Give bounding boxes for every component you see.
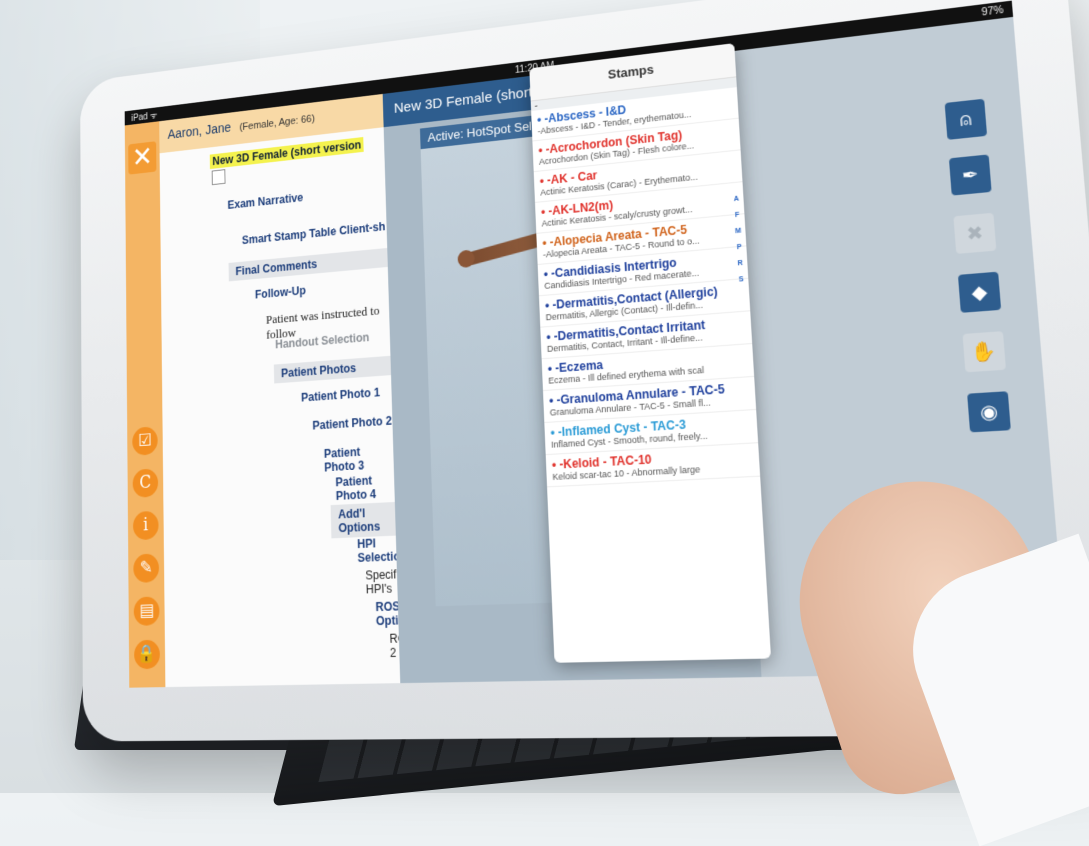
stamps-popover: Stamps - • -Abscess - I&D -Abscess - I&D … [529,43,772,663]
stamp-icon[interactable]: ⍝ [944,98,988,140]
lock-icon[interactable]: 🔒 [134,639,161,670]
alpha-index-m[interactable]: M [733,223,744,240]
outline-item-smart-stamp[interactable]: Smart Stamp Table Client-sh [242,220,387,247]
copy-icon[interactable]: C [132,468,159,498]
exam-outline-panel: Aaron, Jane (Female, Age: 66) New 3D Fem… [159,93,419,688]
outline-item-specific-hpis[interactable]: Specific HPI's [365,567,404,596]
hand-icon: ✋ [962,331,1006,373]
camera-icon[interactable]: ◉ [967,391,1011,433]
stamps-list: • -Abscess - I&D -Abscess - I&D - Tender,… [531,87,761,488]
alpha-index-f[interactable]: F [732,207,743,224]
section-final-comments: Final Comments [228,247,388,282]
checklist-icon[interactable]: ☑ [132,426,158,456]
outline-item-photo-4[interactable]: Patient Photo 4 [335,472,394,503]
battery-indicator: 97% [981,4,1005,19]
outline-item-exam-narrative[interactable]: Exam Narrative [227,182,385,212]
fill-icon[interactable]: ◆ [957,271,1002,313]
alpha-index-s[interactable]: S [736,272,747,289]
patient-name: Aaron, Jane [167,119,232,142]
eraser-icon: ✖ [953,212,997,254]
outline-item-ros-options[interactable]: ROS Options [375,599,418,628]
outline-item-photo-1[interactable]: Patient Photo 1 [301,385,392,405]
close-button[interactable]: ✕ [128,141,157,175]
pen-icon[interactable]: ✒ [948,154,992,196]
outline-item-hpi-selection[interactable]: HPI Selection [357,536,407,564]
outline-checkbox[interactable] [211,169,226,186]
outline-item-photo-2[interactable]: Patient Photo 2 [312,414,392,433]
print-icon[interactable]: ▤ [133,596,160,626]
section-patient-photos: Patient Photos [273,355,392,384]
outline-item-follow-up[interactable]: Follow-Up [255,276,389,302]
info-icon[interactable]: i [132,510,159,541]
alpha-index-p[interactable]: P [734,240,745,257]
patient-details: (Female, Age: 66) [239,113,315,134]
section-addl-options: Add'l Options [330,501,396,539]
alpha-index-r[interactable]: R [735,256,746,273]
outline-item-photo-3[interactable]: Patient Photo 3 [324,443,394,474]
alpha-index-a[interactable]: A [731,191,742,208]
signature-icon[interactable]: ✎ [133,553,160,583]
